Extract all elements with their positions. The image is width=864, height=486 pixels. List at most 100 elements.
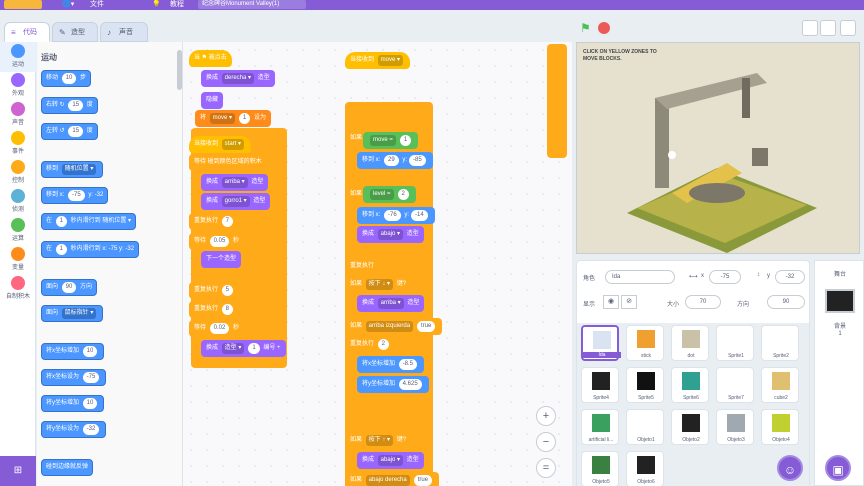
sprite-tile[interactable]: Objeto6	[626, 451, 664, 486]
tab-code[interactable]: ≡ 代码	[4, 22, 50, 42]
sprite-tile[interactable]: stick	[626, 325, 664, 361]
palette-block[interactable]: 将y坐标设为 -32	[41, 421, 107, 438]
category-3[interactable]: 事件	[0, 129, 36, 159]
col1-block[interactable]: 换成 造型 ▾ 1 编号 +	[201, 340, 286, 357]
ida-sprite[interactable]	[668, 151, 676, 159]
col1-block[interactable]: 当 ⚑ 被点击	[189, 50, 232, 67]
hide-eye-icon[interactable]: ⊘	[621, 295, 637, 309]
large-stage-button[interactable]	[820, 20, 836, 36]
sprite-name-input[interactable]: Ida	[605, 270, 675, 284]
sprite-tile[interactable]: Objeto5	[581, 451, 619, 486]
add-backdrop-button[interactable]: ▣	[825, 455, 851, 481]
col2-block[interactable]: 移到 x: -76 y: -14	[357, 207, 435, 224]
globe-icon[interactable]: 🌐▾	[62, 0, 74, 9]
palette-block[interactable]: 右转 ↻ 15 度	[41, 97, 98, 114]
direction-input[interactable]: 90	[767, 295, 805, 309]
sprite-tile[interactable]: Sprite4	[581, 367, 619, 403]
col2-block[interactable]: 如果 arriba izquierda true	[345, 318, 443, 335]
col2-block[interactable]: 将y坐标增加 4.625	[357, 376, 429, 393]
tab-costumes[interactable]: ✎ 造型	[52, 22, 98, 42]
size-input[interactable]: 70	[685, 295, 721, 309]
col2-block[interactable]: level = 2	[363, 186, 416, 203]
col2-block[interactable]: 如果 按下 ↓ ▾ 键?	[345, 276, 412, 293]
add-sprite-button[interactable]: ☺	[777, 455, 803, 481]
col1-block[interactable]: 当接收到 start ▾	[189, 136, 252, 153]
sprite-tile[interactable]: Sprite7	[716, 367, 754, 403]
category-7[interactable]: 变量	[0, 245, 36, 275]
col2-block[interactable]: 重复执行 2	[345, 336, 397, 353]
col2-block[interactable]: 移到 x: 29 y: -85	[357, 152, 433, 169]
palette-block[interactable]: 将x坐标设为 -75	[41, 369, 107, 386]
sprite-tile[interactable]: cube2	[761, 367, 799, 403]
x-input[interactable]: -75	[709, 270, 741, 284]
palette-block[interactable]: 将x坐标增加 10	[41, 343, 105, 360]
palette-scrollbar[interactable]	[177, 50, 182, 90]
fullscreen-button[interactable]	[840, 20, 856, 36]
col2-block[interactable]: 重复执行	[345, 258, 380, 275]
category-0[interactable]: 运动	[0, 42, 36, 72]
col2-block[interactable]: 当接收到 move ▾	[345, 52, 411, 69]
file-menu[interactable]: 文件	[90, 0, 104, 9]
col1-block[interactable]: 下一个造型	[201, 251, 242, 268]
col2-block[interactable]: 如果 按下 ↑ ▾ 键?	[345, 432, 412, 449]
col1-block[interactable]: 等待 0.05 秒	[189, 233, 245, 250]
col2-block[interactable]: 换成 abajo ▾ 造型	[357, 452, 424, 469]
sprite-tile[interactable]: Sprite2	[761, 325, 799, 361]
small-stage-button[interactable]	[802, 20, 818, 36]
col1-block[interactable]: 重复执行 8	[189, 301, 241, 318]
script-area[interactable]: + − = 当 ⚑ 被点击 换成 derecha ▾ 造型 隐藏 将 move ▾…	[183, 42, 572, 486]
col1-block[interactable]: 等待 0.02 秒	[189, 320, 245, 337]
category-5[interactable]: 侦测	[0, 187, 36, 217]
palette-block[interactable]: 将y坐标增加 10	[41, 395, 105, 412]
stage-target-pane[interactable]: 舞台 背景 1 ▣	[814, 260, 864, 486]
sprite-tile[interactable]: Objeto2	[671, 409, 709, 445]
y-input[interactable]: -32	[775, 270, 805, 284]
zoom-out-button[interactable]: −	[536, 432, 556, 452]
col2-block[interactable]: 如果 abajo derecha true	[345, 472, 440, 486]
category-4[interactable]: 控制	[0, 158, 36, 188]
col1-block[interactable]: 重复执行 7	[189, 213, 241, 230]
palette-block[interactable]: 移到 随机位置 ▾	[41, 161, 104, 178]
sprite-tile[interactable]: Ida	[581, 325, 621, 361]
palette-block[interactable]: 在 1 秒内滑行到 x: -75 y: -32	[41, 241, 140, 258]
stage-canvas[interactable]: CLICK ON YELLOW ZONES TO MOVE BLOCKS.	[576, 42, 860, 254]
zoom-in-button[interactable]: +	[536, 406, 556, 426]
col1-block[interactable]: 换成 arriba ▾ 造型	[201, 174, 269, 191]
project-title-input[interactable]: 纪念碑谷Monument Valley(1)	[198, 0, 306, 9]
tutorial-menu[interactable]: 教程	[170, 0, 184, 9]
tab-sounds[interactable]: ♪ 声音	[100, 22, 148, 42]
sprite-tile[interactable]: Objeto4	[761, 409, 799, 445]
category-2[interactable]: 声音	[0, 100, 36, 130]
sprite-tile[interactable]: Objeto1	[626, 409, 664, 445]
script-stack-col3-body[interactable]	[547, 44, 567, 158]
col2-block[interactable]: 将x坐标增加 -8.5	[357, 356, 425, 373]
green-flag-icon[interactable]: ⚑	[580, 22, 592, 34]
palette-block[interactable]: 面向 90 方向	[41, 279, 98, 296]
palette-block[interactable]: 面向 鼠标指针 ▾	[41, 305, 104, 322]
sprite-tile[interactable]: Sprite1	[716, 325, 754, 361]
sprite-tile[interactable]: Sprite5	[626, 367, 664, 403]
col1-block[interactable]: 隐藏	[201, 92, 224, 109]
lightbulb-icon[interactable]: 💡	[152, 0, 161, 9]
col1-block[interactable]: 换成 gorro1 ▾ 造型	[201, 193, 271, 210]
category-1[interactable]: 外观	[0, 71, 36, 101]
category-8[interactable]: 自制积木	[0, 274, 36, 304]
zoom-reset-button[interactable]: =	[536, 458, 556, 478]
palette-block[interactable]: 左转 ↺ 15 度	[41, 123, 98, 140]
sprite-tile[interactable]: Sprite6	[671, 367, 709, 403]
col1-block[interactable]: 换成 derecha ▾ 造型	[201, 70, 275, 87]
palette-block[interactable]: 移到 x: -75 y: -32	[41, 187, 109, 204]
col1-block[interactable]: 将 move ▾ 1 设为	[195, 110, 272, 127]
sprite-tile[interactable]: dot	[671, 325, 709, 361]
add-extension-button[interactable]: ⊞	[0, 456, 36, 486]
col1-block[interactable]: 等待 碰到颜色区域的积木	[189, 154, 267, 171]
category-6[interactable]: 运算	[0, 216, 36, 246]
col2-block[interactable]: 换成 arriba ▾ 造型	[357, 295, 425, 312]
sprite-tile[interactable]: Objeto3	[716, 409, 754, 445]
palette-block[interactable]: 在 1 秒内滑行到 随机位置 ▾	[41, 213, 137, 230]
show-eye-icon[interactable]: ◉	[603, 295, 619, 309]
col2-block[interactable]: 换成 abajo ▾ 造型	[357, 226, 424, 243]
stop-icon[interactable]	[598, 22, 610, 34]
sprite-tile[interactable]: artificial li...	[581, 409, 619, 445]
palette-block[interactable]: 移动 10 步	[41, 70, 92, 87]
